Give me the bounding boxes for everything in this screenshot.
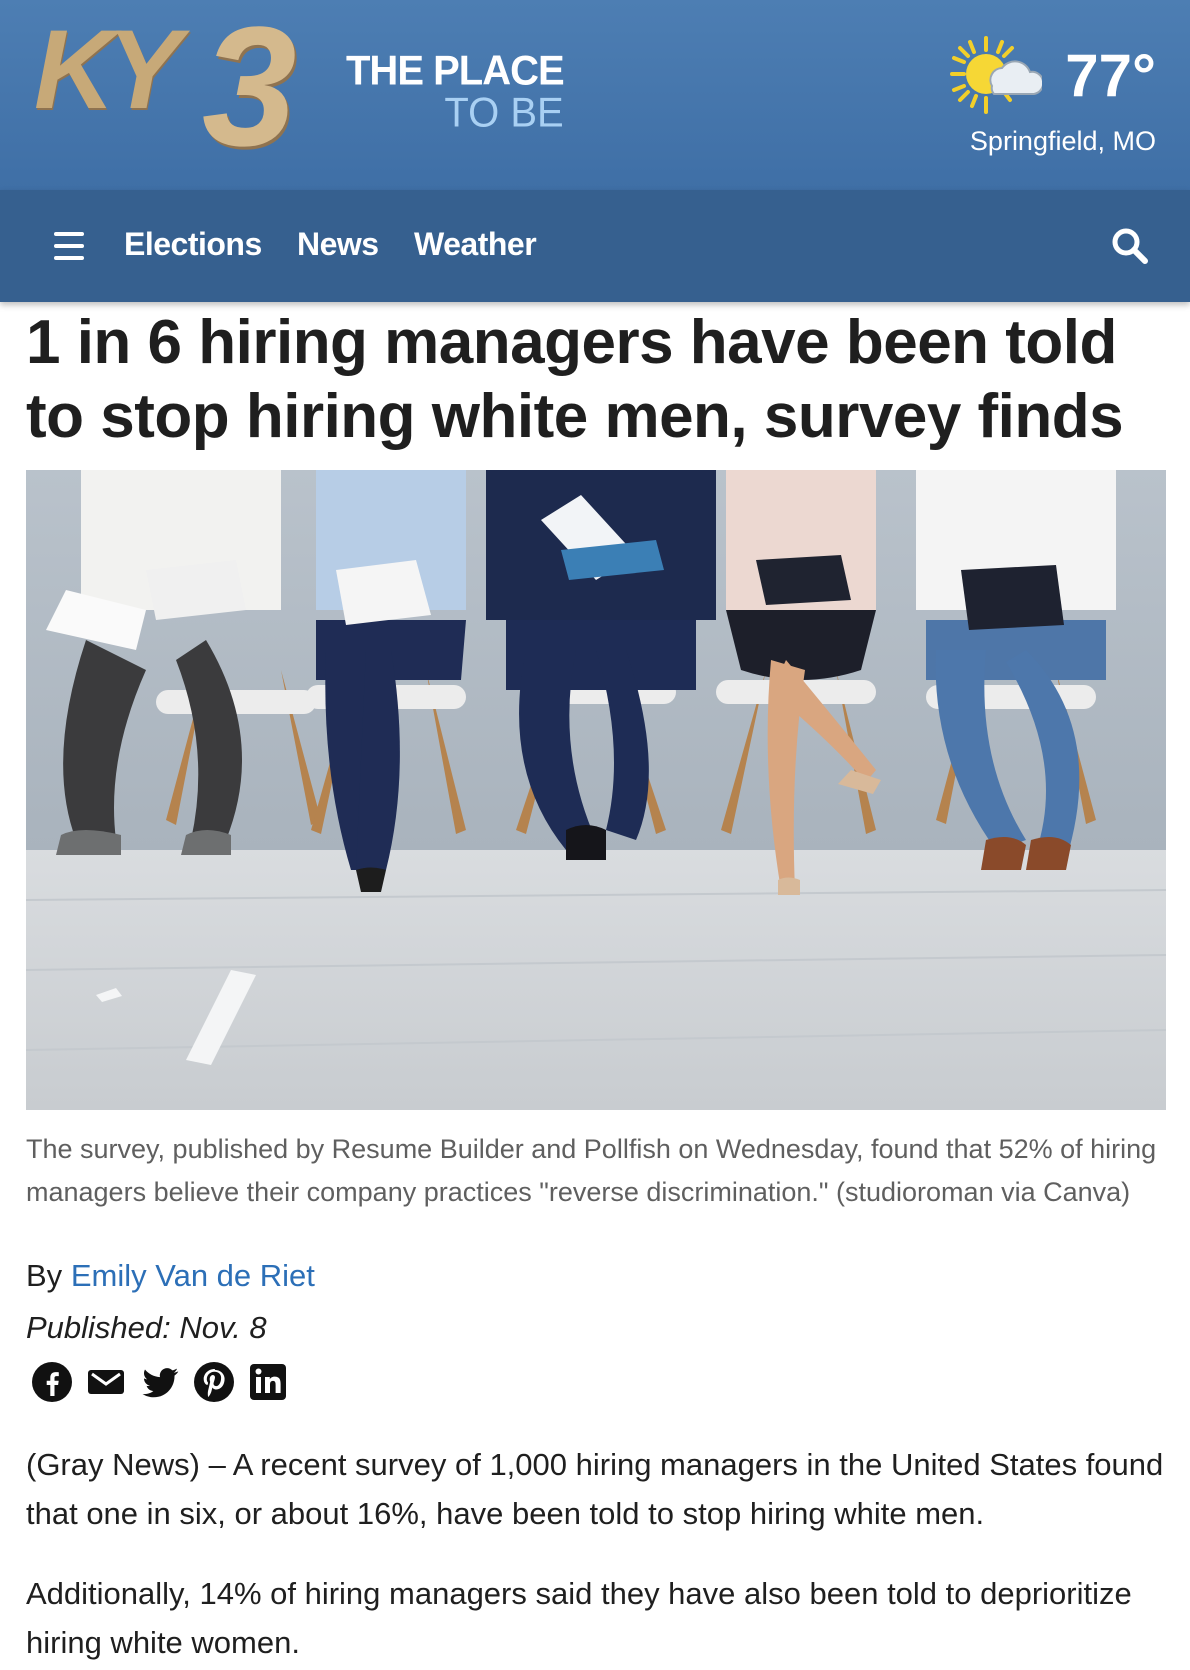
share-bar	[30, 1360, 290, 1406]
article-paragraph: (Gray News) – A recent survey of 1,000 h…	[26, 1447, 1164, 1531]
logo-numeral: 3	[202, 0, 297, 182]
published-date: Published: Nov. 8	[26, 1310, 267, 1345]
weather-widget[interactable]: 77° Springfield, MO	[946, 34, 1156, 164]
twitter-icon[interactable]	[138, 1360, 182, 1404]
site-header: KY 3 THE PLACE TO BE 77° Springfield, MO	[0, 0, 1190, 190]
author-link[interactable]: Emily Van de Riet	[71, 1258, 315, 1293]
image-caption: The survey, published by Resume Builder …	[26, 1134, 1157, 1207]
ky3-logo[interactable]: KY 3	[34, 2, 364, 174]
nav-item-weather[interactable]: Weather	[414, 226, 537, 263]
nav-item-news[interactable]: News	[297, 226, 379, 263]
article-headline: 1 in 6 hiring managers have been told to…	[26, 308, 1124, 451]
tagline-line-2: TO BE	[444, 89, 564, 137]
linkedin-icon[interactable]	[246, 1360, 290, 1404]
nav-item-elections[interactable]: Elections	[124, 226, 262, 263]
facebook-icon[interactable]	[30, 1360, 74, 1404]
pinterest-icon[interactable]	[192, 1360, 236, 1404]
temperature: 77°	[1065, 42, 1156, 109]
byline: By Emily Van de Riet	[26, 1258, 315, 1294]
partly-sunny-icon	[950, 36, 1042, 114]
photo-illustration	[26, 470, 1166, 1110]
hamburger-menu-icon[interactable]	[54, 232, 84, 260]
email-icon[interactable]	[84, 1360, 128, 1404]
tagline-line-1: THE PLACE	[346, 47, 565, 95]
main-nav: Elections News Weather	[0, 190, 1190, 302]
site-tagline: THE PLACE TO BE	[346, 47, 565, 137]
article-paragraph: Additionally, 14% of hiring managers sai…	[26, 1576, 1132, 1660]
logo-text: KY	[34, 7, 182, 132]
weather-location: Springfield, MO	[969, 126, 1156, 156]
article-photo[interactable]	[26, 470, 1166, 1110]
search-icon[interactable]	[1110, 226, 1150, 266]
byline-prefix: By	[26, 1258, 63, 1293]
